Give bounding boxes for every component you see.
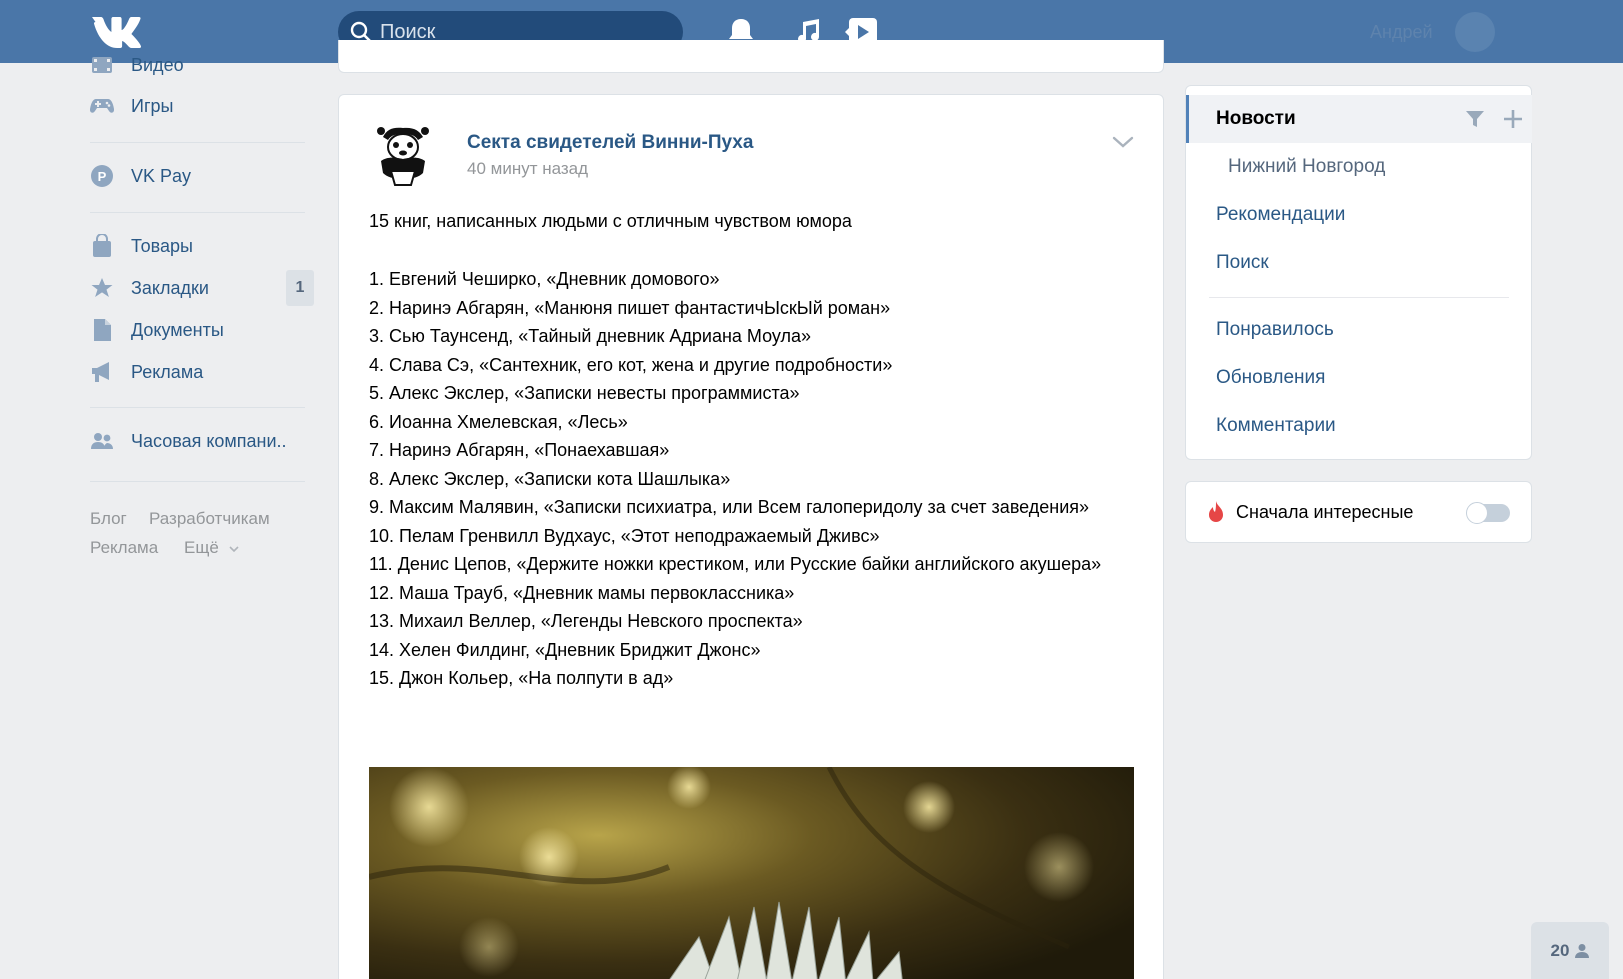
nav-label: VK Pay [131,165,192,186]
nav-item-community[interactable]: Часовая компани.. [90,426,315,456]
feed-post: Секта свидетелей Винни-Пуха 40 минут наз… [338,94,1164,979]
list-item: 9. Максим Малявин, «Записки психиатра, и… [369,497,1090,517]
nav-label: Реклама [131,361,204,382]
nav-label: Документы [131,319,224,340]
list-item: 11. Денис Цепов, «Держите ножки крестико… [369,554,1102,574]
user-avatar[interactable] [1455,12,1495,52]
list-item: 6. Иоанна Хмелевская, «Лесь» [369,411,628,432]
megaphone-icon [90,360,114,384]
interesting-first-toggle[interactable] [1466,502,1510,524]
nav-label: Часовая компани.. [131,430,287,451]
list-item: 8. Алекс Экслер, «Записки кота Шашлыка» [369,468,731,489]
svg-text:P: P [98,169,107,184]
chevron-down-icon [228,546,239,553]
interesting-first-card: Сначала интересные [1185,481,1532,543]
footer-link-more[interactable]: Ещё [184,538,240,558]
menu-item-search[interactable]: Поиск [1216,252,1269,274]
post-photo[interactable] [369,767,1134,979]
post-timestamp[interactable]: 40 минут назад [467,159,588,179]
nav-item-documents[interactable]: Документы [90,315,315,345]
nav-item-goods[interactable]: Товары [90,231,315,261]
vk-logo-icon[interactable] [90,14,142,48]
community-avatar[interactable] [369,121,437,189]
nav-label: Товары [131,235,193,256]
video-icon [90,53,114,77]
plus-icon[interactable] [1502,108,1524,130]
document-icon [90,318,114,342]
nav-item-video[interactable]: Видео [90,50,315,80]
list-item: 12. Маша Трауб, «Дневник мамы первокласс… [369,582,795,603]
person-icon [1575,943,1590,958]
list-item: 3. Сью Таунсенд, «Тайный дневник Адриана… [369,326,812,346]
nav-item-games[interactable]: Игры [90,91,315,121]
toggle-knob [1466,502,1488,524]
list-item: 5. Алекс Экслер, «Записки невесты програ… [369,383,800,403]
menu-item-nizhny-novgorod[interactable]: Нижний Новгород [1228,156,1385,178]
menu-item-label: Новости [1216,108,1296,129]
footer-more-label: Ещё [184,538,219,557]
nav-divider [90,142,305,143]
nav-item-ads[interactable]: Реклама [90,357,315,387]
star-icon [90,276,114,300]
list-item: 13. Михаил Веллер, «Легенды Невского про… [369,611,803,631]
nav-divider [90,212,305,213]
fire-icon [1209,501,1223,522]
nav-item-vkpay[interactable]: P VK Pay [90,161,315,191]
list-item: 2. Наринэ Абгарян, «Манюня пишет фантаст… [369,297,891,318]
list-item: 10. Пелам Гренвилл Вудхаус, «Этот неподр… [369,525,880,546]
nav-label: Игры [131,95,174,116]
post-author-link[interactable]: Секта свидетелей Винни-Пуха [467,132,753,154]
list-item: 1. Евгений Чеширко, «Дневник домового» [369,269,720,289]
online-count: 20 [1550,940,1570,960]
footer-link-ads[interactable]: Реклама [90,538,158,558]
menu-item-recommendations[interactable]: Рекомендации [1216,204,1345,226]
chevron-down-icon[interactable] [1111,133,1135,151]
nav-divider [90,407,305,408]
list-item: 7. Наринэ Абгарян, «Понаехавшая» [369,440,670,460]
previous-post-card [338,40,1164,73]
menu-item-updates[interactable]: Обновления [1216,367,1325,389]
post-book-list: 1. Евгений Чеширко, «Дневник домового» 2… [369,265,1129,693]
post-title: 15 книг, написанных людьми с отличным чу… [369,211,852,231]
menu-item-news[interactable]: Новости [1186,95,1532,143]
open-book-photo [369,767,1134,979]
list-item: 15. Джон Кольер, «На полпути в ад» [369,668,674,688]
menu-item-liked[interactable]: Понравилось [1216,319,1334,341]
footer-link-developers[interactable]: Разработчикам [149,509,270,529]
user-name[interactable]: Андрей [1370,22,1433,43]
nav-item-bookmarks[interactable]: Закладки 1 [90,270,315,306]
menu-divider [1209,297,1509,298]
bookmarks-count-badge: 1 [286,270,314,306]
online-friends-button[interactable]: 20 [1531,922,1609,979]
gamepad-icon [90,94,114,118]
nav-label: Видео [131,54,184,75]
group-icon [90,429,114,453]
shopping-bag-icon [90,234,114,258]
interesting-first-label: Сначала интересные [1236,502,1414,522]
list-item: 14. Хелен Филдинг, «Дневник Бриджит Джон… [369,639,761,660]
filter-icon[interactable] [1465,109,1485,129]
nav-label: Закладки [131,277,209,298]
list-item: 4. Слава Сэ, «Сантехник, его кот, жена и… [369,354,893,375]
footer-link-blog[interactable]: Блог [90,509,127,529]
news-filter-menu: Новости Нижний Новгород Рекомендации Пои… [1185,85,1532,460]
nav-divider [90,481,305,482]
vkpay-icon: P [90,164,114,188]
menu-item-comments[interactable]: Комментарии [1216,415,1336,437]
